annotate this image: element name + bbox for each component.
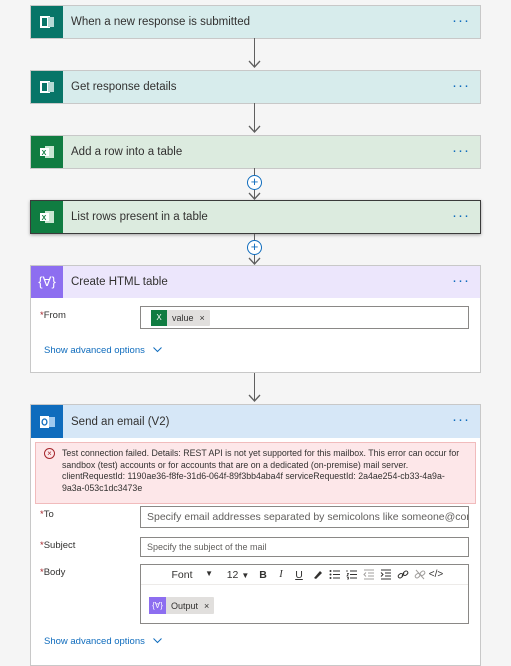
chevron-down-icon [152, 638, 162, 644]
highlight-icon[interactable] [311, 569, 324, 581]
step-title: When a new response is submitted [71, 16, 250, 28]
step-card-create-html-table[interactable]: {∀} Create HTML table ··· *From X value … [30, 265, 481, 373]
to-field[interactable]: Specify email addresses separated by sem… [140, 506, 469, 528]
body-editor[interactable]: Font ▼ 12 ▼ B I U </> {∀} Output × [140, 564, 469, 624]
from-label: *From [40, 310, 66, 321]
more-icon[interactable]: ··· [452, 208, 470, 223]
excel-icon: X [31, 201, 63, 233]
font-size-select[interactable]: 12 ▼ [221, 569, 253, 581]
code-view-button[interactable]: </> [428, 569, 444, 580]
step-header[interactable]: {∀} Create HTML table ··· [31, 266, 480, 298]
excel-icon: X [31, 136, 63, 168]
more-icon[interactable]: ··· [452, 412, 470, 427]
svg-text:X: X [42, 215, 47, 222]
forms-icon [31, 6, 63, 38]
step-header[interactable]: X Add a row into a table ··· [31, 136, 480, 168]
step-title: Create HTML table [71, 276, 168, 288]
italic-button[interactable]: I [273, 569, 289, 580]
dynamic-content-token[interactable]: {∀} Output × [149, 597, 215, 614]
chevron-down-icon [152, 347, 162, 353]
show-advanced-options-link[interactable]: Show advanced options [44, 345, 162, 356]
arrow-down-icon [248, 60, 261, 68]
remove-token-icon[interactable]: × [200, 313, 205, 323]
arrow-down-icon [248, 192, 261, 200]
show-advanced-options-link[interactable]: Show advanced options [44, 636, 162, 647]
from-field[interactable]: X value × [140, 306, 469, 329]
increase-indent-icon[interactable] [379, 569, 392, 581]
remove-token-icon[interactable]: × [204, 601, 209, 611]
subject-field[interactable]: Specify the subject of the mail [140, 537, 469, 557]
arrow-down-icon [248, 394, 261, 402]
arrow-down-icon [248, 257, 261, 265]
bold-button[interactable]: B [255, 569, 271, 581]
data-operation-icon: {∀} [31, 266, 63, 298]
step-title: Add a row into a table [71, 146, 183, 158]
numbered-list-icon[interactable] [345, 569, 358, 581]
step-header[interactable]: X List rows present in a table ··· [31, 201, 480, 233]
step-card-send-email[interactable]: Send an email (V2) ··· × Test connection… [30, 404, 481, 666]
unlink-icon[interactable] [413, 569, 426, 581]
error-icon: × [44, 448, 55, 459]
font-family-select[interactable]: Font ▼ [141, 569, 219, 581]
step-title: List rows present in a table [71, 211, 208, 223]
step-header[interactable]: Get response details ··· [31, 71, 480, 103]
add-step-icon[interactable]: + [247, 240, 262, 255]
step-card-new-response[interactable]: When a new response is submitted ··· [30, 5, 481, 39]
link-icon[interactable] [396, 569, 409, 581]
decrease-indent-icon[interactable] [362, 569, 375, 581]
connection-error-banner: × Test connection failed. Details: REST … [35, 442, 476, 504]
underline-button[interactable]: U [291, 569, 307, 581]
to-label: *To [40, 509, 54, 520]
more-icon[interactable]: ··· [452, 13, 470, 28]
forms-icon [31, 71, 63, 103]
subject-label: *Subject [40, 540, 76, 551]
bulleted-list-icon[interactable] [328, 569, 341, 581]
add-step-icon[interactable]: + [247, 175, 262, 190]
body-label: *Body [40, 567, 66, 578]
step-title: Get response details [71, 81, 177, 93]
excel-icon: X [151, 309, 167, 326]
step-header[interactable]: When a new response is submitted ··· [31, 6, 480, 38]
svg-text:X: X [42, 150, 47, 157]
error-message: Test connection failed. Details: REST AP… [62, 448, 460, 493]
step-header[interactable]: Send an email (V2) ··· [31, 405, 480, 438]
more-icon[interactable]: ··· [452, 78, 470, 93]
more-icon[interactable]: ··· [452, 143, 470, 158]
more-icon[interactable]: ··· [452, 273, 470, 288]
step-card-add-row[interactable]: X Add a row into a table ··· [30, 135, 481, 169]
dynamic-content-token[interactable]: X value × [151, 309, 210, 326]
step-card-get-response[interactable]: Get response details ··· [30, 70, 481, 104]
arrow-down-icon [248, 125, 261, 133]
step-card-list-rows[interactable]: X List rows present in a table ··· [30, 200, 481, 234]
rich-text-toolbar: Font ▼ 12 ▼ B I U </> [141, 565, 468, 585]
step-title: Send an email (V2) [71, 415, 170, 428]
data-operation-icon: {∀} [149, 597, 166, 614]
outlook-icon [31, 405, 63, 438]
